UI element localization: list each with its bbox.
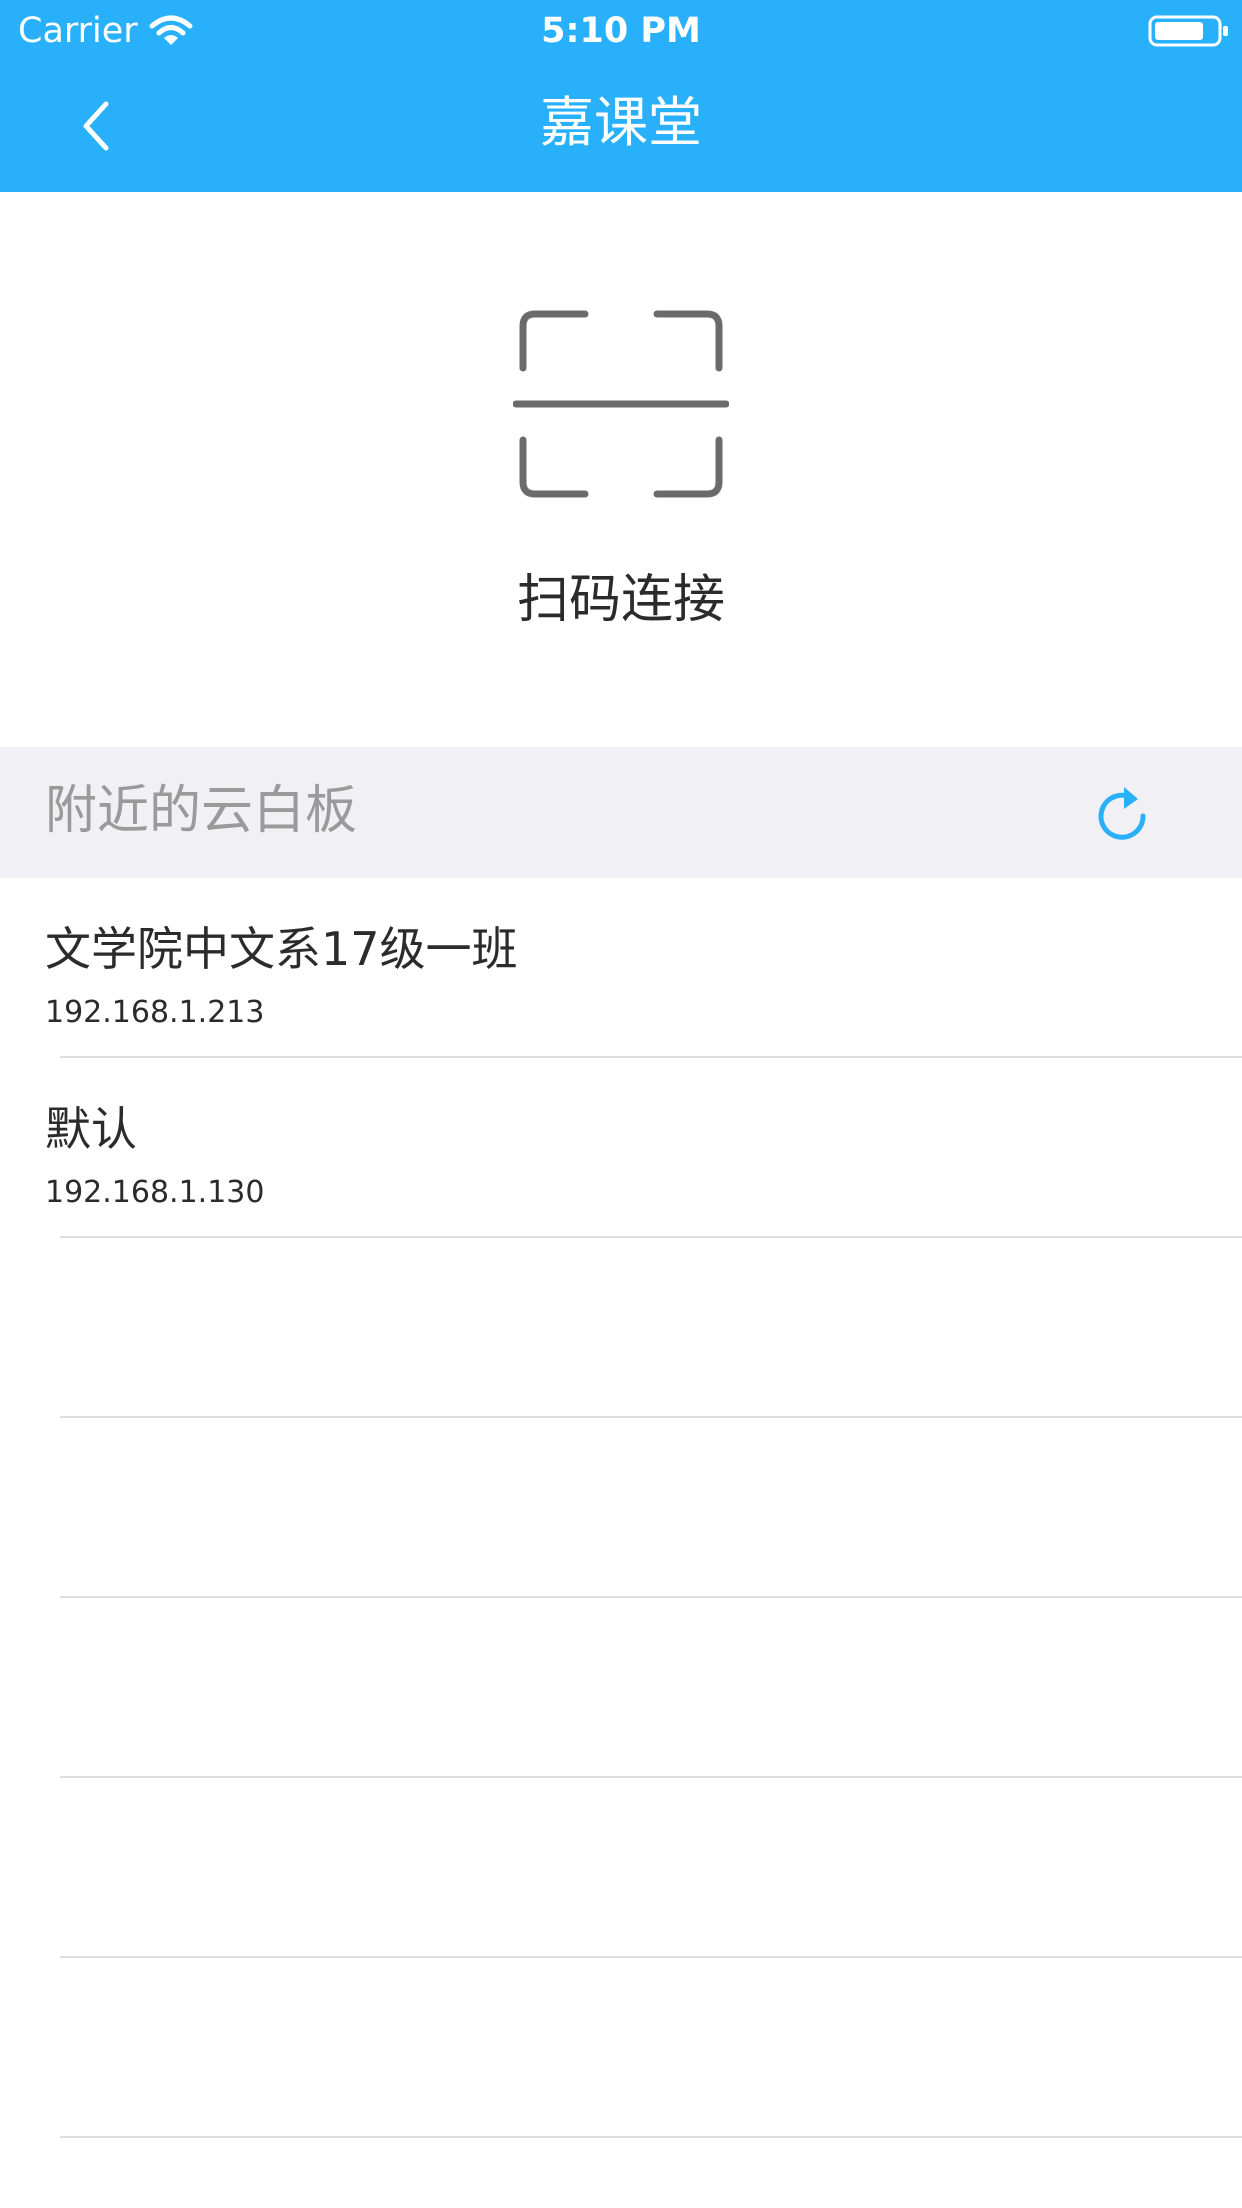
whiteboard-list: 文学院中文系17级一班 192.168.1.213 默认 192.168.1.1… — [0, 878, 1242, 2138]
empty-row — [0, 1598, 1242, 1778]
status-bar: Carrier 5:10 PM — [0, 0, 1242, 62]
scan-connect-label: 扫码连接 — [516, 570, 725, 630]
refresh-icon — [1098, 787, 1146, 840]
scan-connect-button[interactable]: 扫码连接 — [441, 290, 801, 650]
empty-row — [0, 1778, 1242, 1958]
whiteboard-name: 文学院中文系17级一班 — [45, 922, 518, 976]
section-title: 附近的云白板 — [45, 781, 358, 841]
empty-row — [0, 1418, 1242, 1598]
whiteboard-name: 默认 — [45, 1102, 137, 1156]
navigation-bar: 嘉课堂 — [0, 62, 1242, 192]
empty-row — [0, 1958, 1242, 2138]
qr-scan-icon — [513, 310, 729, 498]
refresh-button[interactable] — [1094, 783, 1152, 845]
battery-icon — [1148, 15, 1228, 47]
list-item[interactable]: 文学院中文系17级一班 192.168.1.213 — [0, 878, 1242, 1058]
page-title: 嘉课堂 — [540, 91, 702, 154]
row-divider — [60, 2136, 1242, 2138]
clock: 5:10 PM — [541, 11, 701, 51]
top-bar: Carrier 5:10 PM 嘉课堂 — [0, 0, 1242, 192]
list-item[interactable]: 默认 192.168.1.130 — [0, 1058, 1242, 1238]
empty-row — [0, 1238, 1242, 1418]
whiteboard-ip: 192.168.1.130 — [45, 1175, 265, 1210]
whiteboard-ip: 192.168.1.213 — [45, 995, 265, 1030]
scan-section: 扫码连接 — [0, 192, 1242, 747]
nearby-whiteboards-header: 附近的云白板 — [0, 747, 1242, 878]
